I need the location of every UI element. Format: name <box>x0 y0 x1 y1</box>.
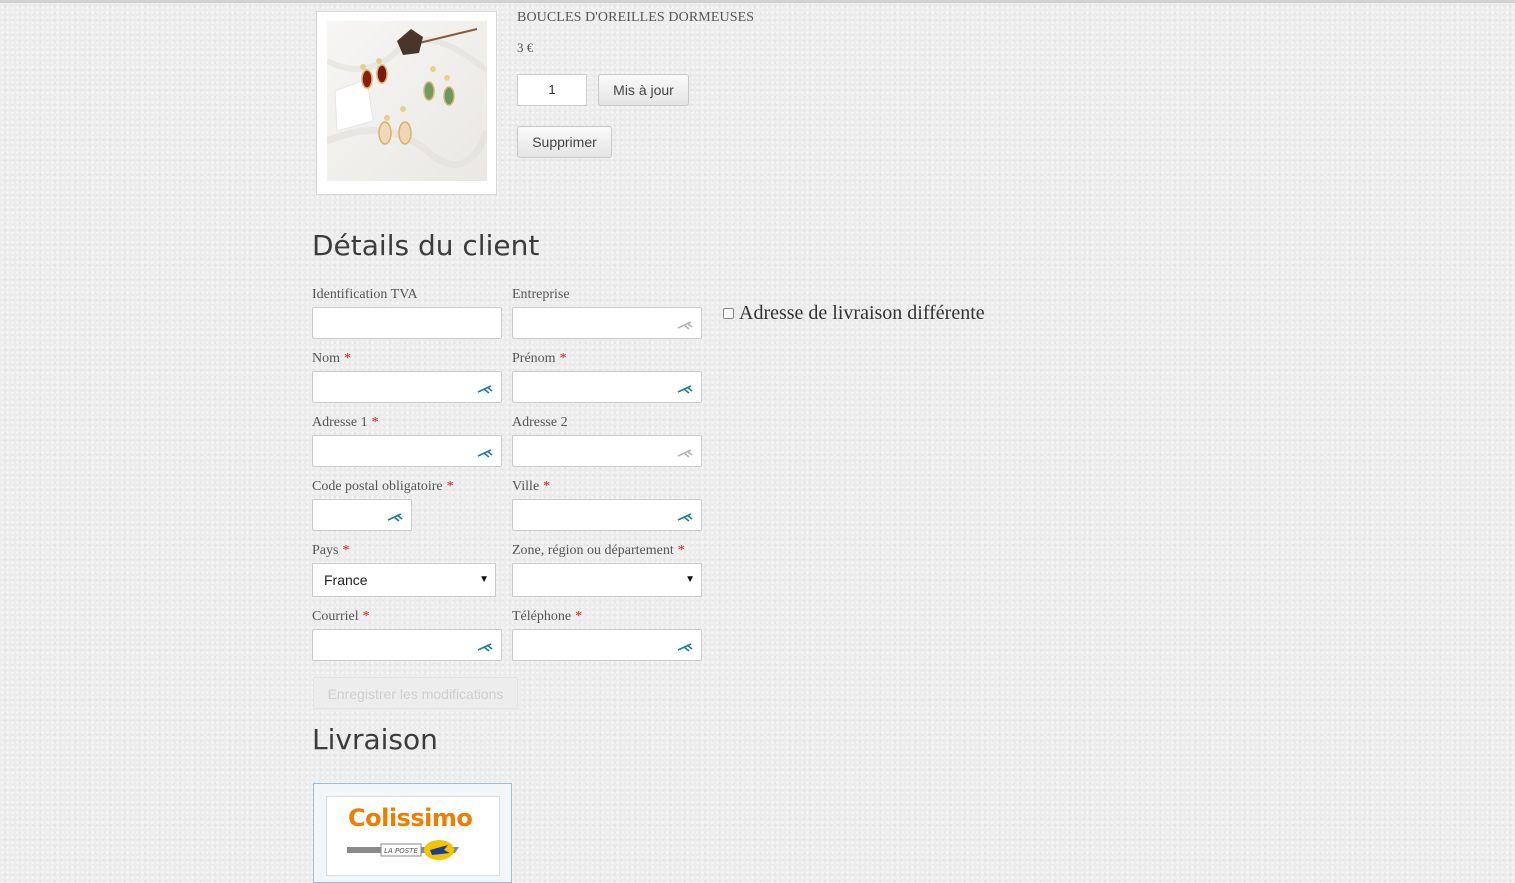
address2-input[interactable] <box>512 435 702 467</box>
company-label: Entreprise <box>512 287 570 302</box>
required-marker: * <box>559 351 567 366</box>
email-label: Courriel * <box>312 609 370 624</box>
required-marker: * <box>371 415 379 430</box>
autofill-icon[interactable] <box>677 640 695 652</box>
earrings-photo <box>327 21 487 181</box>
required-marker: * <box>543 479 551 494</box>
autofill-icon[interactable] <box>477 446 495 458</box>
shipping-heading: Livraison <box>312 723 438 756</box>
country-selected-value: France <box>324 572 368 588</box>
autofill-icon[interactable] <box>477 382 495 394</box>
svg-text:LA POSTE: LA POSTE <box>384 847 418 855</box>
save-changes-button[interactable]: Enregistrer les modifications <box>313 677 518 709</box>
vat-label: Identification TVA <box>312 287 418 302</box>
required-marker: * <box>575 609 583 624</box>
required-marker: * <box>446 479 454 494</box>
required-marker: * <box>677 543 685 558</box>
autofill-icon[interactable] <box>677 510 695 522</box>
autofill-icon[interactable] <box>677 382 695 394</box>
address2-label: Adresse 2 <box>512 415 568 430</box>
city-input[interactable] <box>512 499 702 531</box>
phone-label: Téléphone * <box>512 609 583 624</box>
carrier-option-colissimo[interactable]: Colissimo LA POSTE <box>313 783 512 883</box>
zone-select[interactable]: ▼ <box>512 563 702 597</box>
product-title[interactable]: BOUCLES D'OREILLES DORMEUSES <box>517 10 754 26</box>
different-shipping-label[interactable]: Adresse de livraison différente <box>739 302 985 325</box>
colissimo-logo: Colissimo LA POSTE <box>326 796 500 876</box>
zone-label: Zone, région ou département * <box>512 543 685 558</box>
checkbox-box[interactable] <box>723 308 734 319</box>
last-name-input[interactable] <box>312 371 502 403</box>
company-input[interactable] <box>512 307 702 339</box>
postcode-input[interactable] <box>312 499 412 531</box>
autofill-icon[interactable] <box>387 510 405 522</box>
country-label: Pays * <box>312 543 350 558</box>
country-select[interactable]: France ▼ <box>312 563 496 597</box>
required-marker: * <box>342 543 350 558</box>
address1-label: Adresse 1 * <box>312 415 379 430</box>
update-button[interactable]: Mis à jour <box>598 74 689 106</box>
dropdown-arrow-icon: ▼ <box>479 574 489 585</box>
autofill-icon[interactable] <box>677 446 695 458</box>
email-input[interactable] <box>312 629 502 661</box>
quantity-input[interactable]: 1 <box>517 74 587 106</box>
delete-button[interactable]: Supprimer <box>517 126 612 158</box>
vat-input[interactable] <box>312 307 502 339</box>
postcode-label: Code postal obligatoire * <box>312 479 454 494</box>
last-name-label: Nom * <box>312 351 351 366</box>
dropdown-arrow-icon: ▼ <box>685 574 695 585</box>
first-name-input[interactable] <box>512 371 702 403</box>
autofill-icon[interactable] <box>677 318 695 330</box>
address1-input[interactable] <box>312 435 502 467</box>
first-name-label: Prénom * <box>512 351 567 366</box>
autofill-icon[interactable] <box>477 640 495 652</box>
top-border <box>0 0 1515 3</box>
customer-details-heading: Détails du client <box>312 229 540 262</box>
required-marker: * <box>362 609 370 624</box>
la-poste-emblem: LA POSTE <box>347 840 459 860</box>
product-thumbnail[interactable] <box>316 11 497 195</box>
phone-input[interactable] <box>512 629 702 661</box>
product-price: 3 € <box>517 40 534 55</box>
city-label: Ville * <box>512 479 551 494</box>
required-marker: * <box>344 351 351 366</box>
